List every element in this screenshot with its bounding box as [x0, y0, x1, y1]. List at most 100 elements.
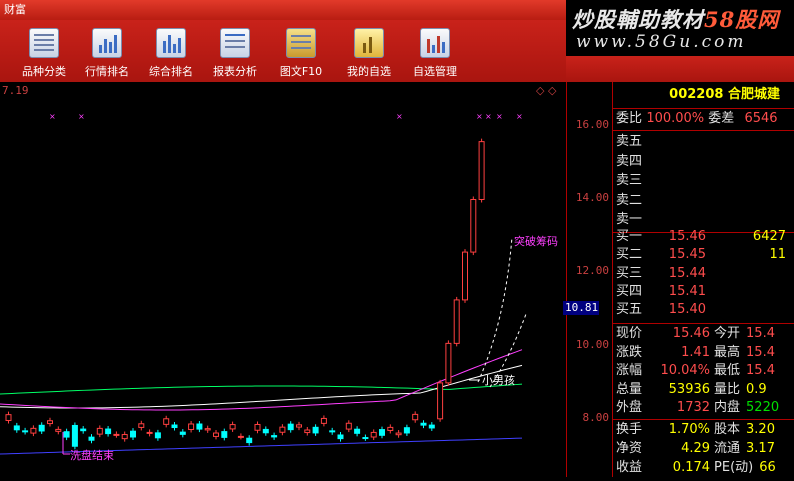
- candle: [63, 431, 70, 438]
- svg-text:×: ×: [476, 112, 483, 121]
- candle: [320, 417, 327, 424]
- candle: [71, 424, 78, 447]
- candle: [163, 418, 170, 425]
- candle: [213, 432, 219, 437]
- candle: [154, 432, 161, 439]
- washout-annotation: 洗盘结束: [62, 432, 114, 462]
- candle: [337, 434, 344, 440]
- candle: [121, 434, 128, 440]
- washout-label: 洗盘结束: [70, 448, 114, 462]
- quote-stat-row: 换手 1.70% 股本 3.20: [616, 422, 775, 437]
- candle: [379, 429, 385, 436]
- svg-text:×: ×: [496, 112, 503, 121]
- buy-row: 买一 15.46 6427: [616, 229, 787, 244]
- classify-icon: [29, 28, 59, 58]
- candle: [453, 299, 460, 344]
- f10-icon: [286, 28, 316, 58]
- candle: [470, 198, 477, 253]
- title-bar: 财富: [0, 0, 566, 20]
- candle: [262, 428, 269, 434]
- site-logo: 炒股輔助教材58股网 www.58Gu.com: [566, 0, 794, 56]
- weibi-row: 委比 100.00% 委差 6546: [616, 111, 778, 126]
- toolbar-button-watchlist[interactable]: 我的自选: [338, 24, 400, 80]
- candle: [221, 431, 228, 438]
- candle: [130, 430, 136, 438]
- main-toolbar: 品种分类 行情排名 综合排名 报表分析 图文F10 我的自选 自选管理: [0, 20, 566, 82]
- sell-row: 卖二: [616, 192, 643, 208]
- sell-row: 卖四: [616, 153, 643, 169]
- watchlist-manage-icon: [420, 28, 450, 58]
- stock-header: 002208 合肥城建: [613, 82, 794, 109]
- moving-average-lines: [0, 349, 523, 455]
- ma-line-white: [0, 364, 523, 409]
- stock-name: 合肥城建: [727, 87, 780, 102]
- candle: [296, 424, 302, 428]
- candle: [105, 428, 112, 435]
- candle: [395, 432, 402, 436]
- svg-text:×: ×: [49, 112, 56, 121]
- ma-line-green: [0, 383, 523, 395]
- candle: [362, 437, 369, 440]
- toolbar-button-report[interactable]: 报表分析: [204, 24, 266, 80]
- quote-stat-row: 外盘 1732 内盘 5220: [616, 400, 780, 416]
- toolbar-button-rank[interactable]: 行情排名: [76, 24, 138, 80]
- candle: [113, 433, 120, 436]
- boy-annotation: 小男孩: [469, 374, 515, 387]
- svg-text:×: ×: [516, 112, 523, 121]
- candle: [88, 436, 95, 441]
- kline-chart[interactable]: 7.19 ◇ ◇ × × × × × × × 突破筹码 小男孩 洗盘结束: [0, 82, 566, 477]
- candle: [437, 382, 444, 420]
- buy-row: 买二 15.45 11: [616, 247, 787, 263]
- boy-label: 小男孩: [482, 374, 515, 387]
- y-tick: 12.00: [575, 264, 609, 277]
- candle: [30, 427, 37, 434]
- candle: [146, 431, 153, 434]
- candle: [279, 426, 286, 433]
- quote-stat-row: 净资 4.29 流通 3.17: [616, 441, 775, 456]
- kline-svg: 7.19 ◇ ◇ × × × × × × × 突破筹码 小男孩 洗盘结束: [0, 84, 558, 462]
- candle: [38, 424, 45, 432]
- chart-topleft-label: 7.19: [2, 84, 29, 97]
- candle: [354, 428, 361, 434]
- signal-markers: × × × × × × ×: [49, 112, 523, 121]
- chart-settings-icon: ◇ ◇: [536, 84, 557, 97]
- candle: [271, 435, 278, 438]
- sell-row: 卖三: [616, 173, 643, 188]
- candle: [420, 422, 427, 426]
- quote-stat-row: 收益 0.174 PE(动) 66: [616, 460, 776, 475]
- svg-text:×: ×: [485, 112, 492, 121]
- buy-row: 买四 15.41: [616, 283, 707, 299]
- toolbar-button-composite-rank[interactable]: 综合排名: [140, 24, 202, 80]
- toolbar-extension: [566, 56, 794, 82]
- candle: [179, 431, 186, 435]
- candle: [462, 251, 468, 301]
- app-title: 财富: [4, 3, 26, 16]
- quote-stat-row: 总量 53936 量比 0.9: [616, 381, 767, 397]
- svg-text:×: ×: [78, 112, 85, 121]
- stock-code: 002208: [669, 87, 724, 102]
- toolbar-button-watchlist-manage[interactable]: 自选管理: [404, 24, 466, 80]
- candle: [80, 428, 87, 432]
- candle: [55, 428, 62, 432]
- toolbar-button-f10[interactable]: 图文F10: [270, 24, 332, 80]
- candle: [188, 423, 195, 430]
- candle: [254, 423, 261, 431]
- candle: [345, 422, 352, 430]
- candle: [229, 424, 236, 430]
- rank-icon: [92, 28, 122, 58]
- sell-row: 卖五: [616, 134, 643, 149]
- report-icon: [220, 28, 250, 58]
- candle: [370, 431, 377, 438]
- candle: [13, 425, 20, 431]
- candle: [387, 426, 394, 431]
- candle: [478, 141, 485, 200]
- candle: [196, 423, 203, 430]
- buy-row: 买五 15.40: [616, 302, 707, 318]
- quote-stat-row: 现价 15.46 今开 15.4: [616, 326, 775, 341]
- candle: [312, 426, 319, 434]
- candle: [428, 424, 435, 429]
- candle: [5, 414, 12, 421]
- sell-row: 卖一: [616, 212, 643, 227]
- quote-stat-row: 涨跌 1.41 最高 15.4: [616, 344, 775, 360]
- toolbar-button-classify[interactable]: 品种分类: [13, 24, 75, 80]
